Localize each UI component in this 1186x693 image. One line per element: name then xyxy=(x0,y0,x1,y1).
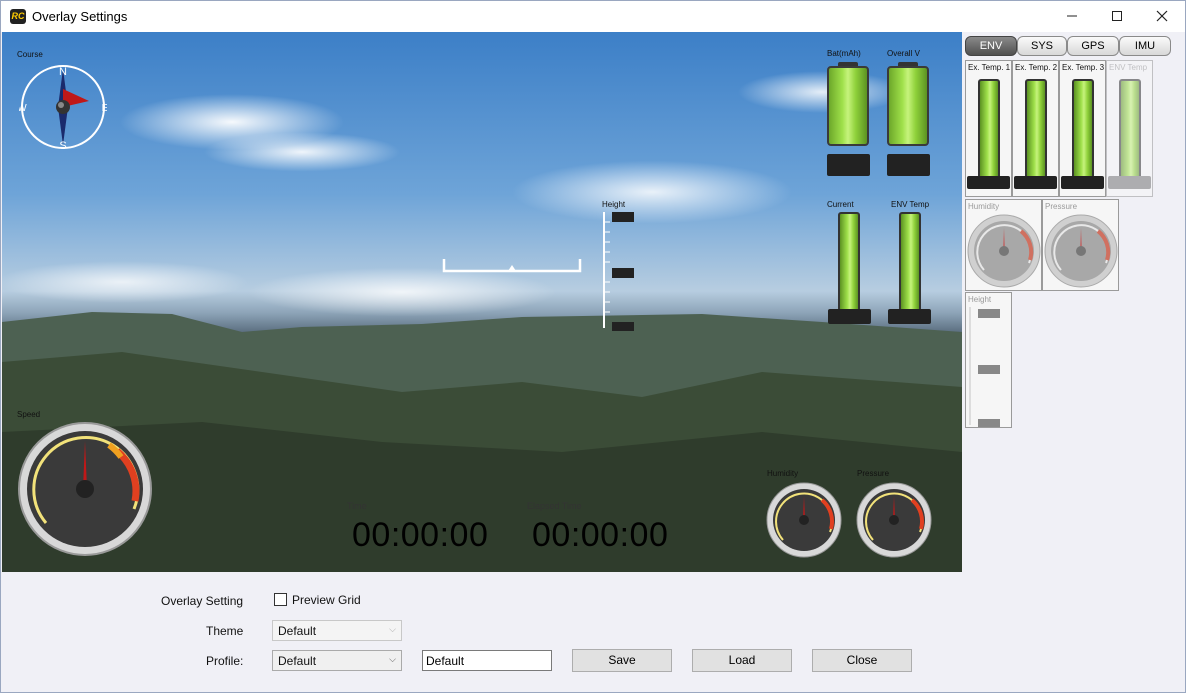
pressure-element-label: Pressure xyxy=(1045,202,1078,211)
current-label: Current xyxy=(827,200,854,209)
current-value-box xyxy=(828,309,871,324)
preview-grid-checkbox[interactable] xyxy=(274,593,287,606)
overlay-elements-panel: ENV SYS GPS IMU Ex. Temp. 1 Ex. Temp. 2 … xyxy=(963,32,1185,572)
overlay-preview: Course N S E W Height Bat(mAh) Overall V… xyxy=(2,32,962,572)
window-title: Overlay Settings xyxy=(32,9,128,24)
env-temp-label: ENV Temp xyxy=(891,200,930,209)
tab-env[interactable]: ENV xyxy=(965,36,1017,56)
current-gauge xyxy=(838,212,860,312)
theme-select[interactable]: Default ⌵ xyxy=(272,620,402,641)
compass-west: W xyxy=(19,103,27,114)
chevron-down-icon: ⌵ xyxy=(389,654,396,664)
pressure-element[interactable]: Pressure xyxy=(1042,199,1119,291)
tab-imu[interactable]: IMU xyxy=(1119,36,1171,56)
app-icon: RC xyxy=(10,9,26,24)
profile-name-input[interactable]: Default xyxy=(422,650,552,671)
preview-grid-label[interactable]: Preview Grid xyxy=(292,593,361,607)
compass-icon: N S E W xyxy=(19,65,107,151)
height-label: Height xyxy=(602,200,626,209)
ex-temp-2-tube xyxy=(1025,79,1047,179)
compass-south: S xyxy=(59,140,66,151)
overall-voltage-value-box xyxy=(887,154,930,176)
humidity-label: Humidity xyxy=(767,469,799,478)
ex-temp-3-label: Ex. Temp. 3 xyxy=(1062,63,1105,72)
compass-north: N xyxy=(59,66,67,78)
speed-gauge xyxy=(18,422,152,556)
env-temp-element[interactable]: ENV Temp xyxy=(1106,60,1153,197)
ex-temp-2-value-box xyxy=(1014,176,1057,189)
theme-label: Theme xyxy=(206,624,244,638)
height-ladder xyxy=(603,212,634,331)
ex-temp-1-value-box xyxy=(967,176,1010,189)
height-element-ladder xyxy=(969,307,1000,427)
humidity-element-gauge xyxy=(967,214,1041,288)
overlay-settings-window: RC Overlay Settings Course N S E W Heigh… xyxy=(0,0,1186,693)
env-temp-element-value-box xyxy=(1108,176,1151,189)
time-label: Time xyxy=(347,501,367,511)
profile-label: Profile: xyxy=(206,654,244,668)
load-button[interactable]: Load xyxy=(692,649,792,672)
compass-east: E xyxy=(102,103,107,114)
height-element[interactable]: Height xyxy=(965,292,1012,428)
overall-voltage-label: Overall V xyxy=(887,49,920,58)
battery-mah-label: Bat(mAh) xyxy=(827,49,861,58)
theme-select-value: Default xyxy=(278,624,317,638)
ex-temp-1-tube xyxy=(978,79,1000,179)
maximize-icon xyxy=(1112,11,1122,21)
env-temp-value-box xyxy=(888,309,931,324)
settings-form: Overlay Setting Preview Grid Theme Defau… xyxy=(1,572,1185,692)
profile-select[interactable]: Default ⌵ xyxy=(272,650,402,671)
elapsed-time-value: 00:00:00 xyxy=(532,516,669,554)
ex-temp-1-label: Ex. Temp. 1 xyxy=(968,63,1011,72)
elapsed-time-label: Elapsed Time xyxy=(527,501,582,511)
env-temp-gauge xyxy=(899,212,921,312)
title-bar: RC Overlay Settings xyxy=(1,1,1185,32)
humidity-element[interactable]: Humidity xyxy=(965,199,1042,291)
close-icon xyxy=(1156,10,1168,22)
height-element-label: Height xyxy=(968,295,992,304)
battery-mah-gauge xyxy=(827,66,869,146)
humidity-gauge xyxy=(766,482,842,558)
course-label: Course xyxy=(17,50,43,59)
minimize-icon xyxy=(1067,15,1077,17)
horizon-indicator xyxy=(442,259,582,273)
speed-label: Speed xyxy=(17,410,41,419)
overlay-setting-label: Overlay Setting xyxy=(161,594,244,608)
chevron-down-icon: ⌵ xyxy=(389,624,396,634)
profile-select-value: Default xyxy=(278,654,317,668)
ex-temp-3-tube xyxy=(1072,79,1094,179)
tab-gps[interactable]: GPS xyxy=(1067,36,1119,56)
env-temp-element-label: ENV Temp xyxy=(1109,63,1148,72)
save-button[interactable]: Save xyxy=(572,649,672,672)
pressure-element-gauge xyxy=(1044,214,1118,288)
pressure-label: Pressure xyxy=(857,469,890,478)
ex-temp-3-element[interactable]: Ex. Temp. 3 xyxy=(1059,60,1106,197)
close-button[interactable]: Close xyxy=(812,649,912,672)
ex-temp-3-value-box xyxy=(1061,176,1104,189)
env-temp-element-tube xyxy=(1119,79,1141,179)
tab-sys[interactable]: SYS xyxy=(1017,36,1067,56)
overall-voltage-gauge xyxy=(887,66,929,146)
ex-temp-2-element[interactable]: Ex. Temp. 2 xyxy=(1012,60,1059,197)
maximize-button[interactable] xyxy=(1094,1,1140,31)
close-window-button[interactable] xyxy=(1139,1,1185,31)
ex-temp-2-label: Ex. Temp. 2 xyxy=(1015,63,1058,72)
ex-temp-1-element[interactable]: Ex. Temp. 1 xyxy=(965,60,1012,197)
pressure-gauge xyxy=(856,482,932,558)
battery-mah-value-box xyxy=(827,154,870,176)
time-value: 00:00:00 xyxy=(352,516,489,554)
humidity-element-label: Humidity xyxy=(968,202,1000,211)
minimize-button[interactable] xyxy=(1049,1,1095,31)
